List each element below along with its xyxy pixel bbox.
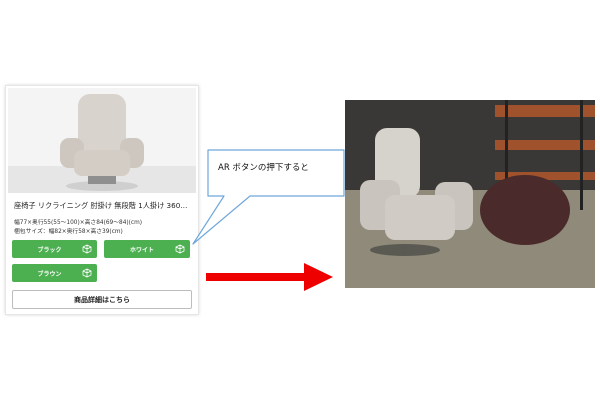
- arrow-right-icon: [206, 263, 333, 291]
- product-title: 座椅子 リクライニング 肘掛け 無段階 1人掛け 360…: [14, 201, 188, 210]
- color-button-brown[interactable]: ブラウン: [12, 264, 97, 282]
- ar-cube-icon: [82, 268, 92, 278]
- ar-cube-icon: [175, 244, 185, 254]
- package-dimensions: 梱包サイズ：幅82×奥行58×高さ39(cm): [14, 229, 123, 235]
- color-button-label: ブラック: [37, 246, 62, 254]
- color-button-black[interactable]: ブラック: [12, 240, 97, 258]
- color-button-label: ホワイト: [129, 246, 154, 254]
- ar-cube-icon: [82, 244, 92, 254]
- ar-preview-photo: [345, 100, 595, 288]
- callout-text: AR ボタンの押下すると: [218, 163, 309, 173]
- product-photo: [8, 88, 196, 193]
- product-card: 座椅子 リクライニング 肘掛け 無段階 1人掛け 360… 幅77×奥行55(5…: [5, 85, 199, 315]
- product-detail-button[interactable]: 商品詳細はこちら: [12, 290, 192, 309]
- color-button-label: ブラウン: [37, 270, 62, 278]
- color-button-white[interactable]: ホワイト: [104, 240, 190, 258]
- product-dimensions: 幅77×奥行55(55〜100)×高さ84(69〜84)(cm): [14, 220, 143, 226]
